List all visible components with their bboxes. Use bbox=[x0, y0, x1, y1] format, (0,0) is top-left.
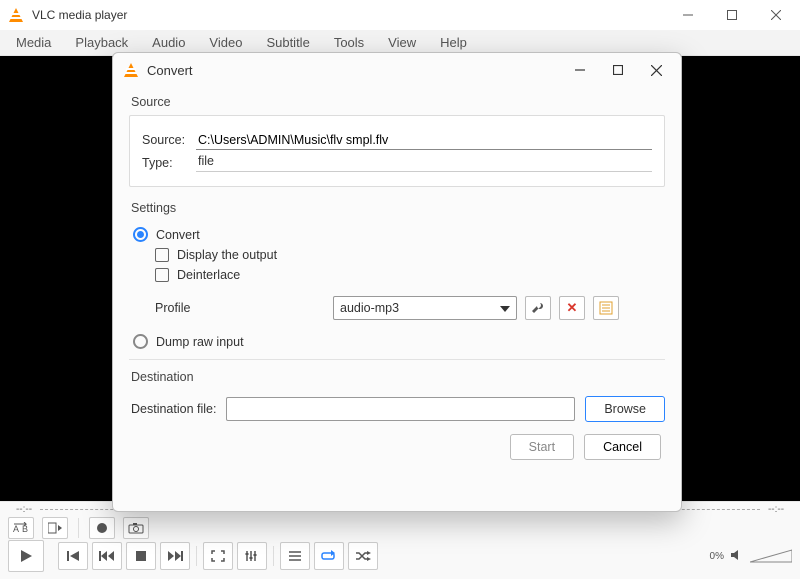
deinterlace-label: Deinterlace bbox=[177, 268, 240, 282]
frame-step-button[interactable] bbox=[42, 517, 68, 539]
app-title: VLC media player bbox=[32, 8, 127, 22]
shuffle-button[interactable] bbox=[348, 542, 378, 570]
convert-radio[interactable]: Convert bbox=[133, 227, 665, 242]
convert-radio-label: Convert bbox=[156, 228, 200, 242]
type-value: file bbox=[196, 154, 652, 172]
convert-dialog: Convert Source Source: Type: file Settin… bbox=[112, 52, 682, 512]
menu-playback[interactable]: Playback bbox=[63, 31, 140, 54]
dialog-minimize-button[interactable] bbox=[561, 56, 599, 84]
dialog-title: Convert bbox=[147, 63, 193, 78]
menu-audio[interactable]: Audio bbox=[140, 31, 197, 54]
browse-button[interactable]: Browse bbox=[585, 396, 665, 422]
ab-loop-button[interactable]: AB bbox=[8, 517, 34, 539]
type-label: Type: bbox=[142, 156, 196, 170]
source-section-label: Source bbox=[129, 87, 665, 115]
main-titlebar: VLC media player bbox=[0, 0, 800, 30]
menu-video[interactable]: Video bbox=[197, 31, 254, 54]
bottom-panel: --:-- --:-- AB 0% bbox=[0, 501, 800, 579]
menu-tools[interactable]: Tools bbox=[322, 31, 376, 54]
source-label: Source: bbox=[142, 133, 196, 147]
cancel-button[interactable]: Cancel bbox=[584, 434, 661, 460]
vlc-cone-icon bbox=[8, 7, 24, 23]
menu-subtitle[interactable]: Subtitle bbox=[254, 31, 321, 54]
destination-section-label: Destination bbox=[129, 362, 665, 390]
step-back-button[interactable] bbox=[58, 542, 88, 570]
mute-icon[interactable] bbox=[730, 548, 744, 565]
record-button[interactable] bbox=[89, 517, 115, 539]
main-minimize-button[interactable] bbox=[666, 0, 710, 30]
main-close-button[interactable] bbox=[754, 0, 798, 30]
profile-value: audio-mp3 bbox=[340, 301, 399, 315]
dump-radio[interactable]: Dump raw input bbox=[133, 334, 665, 349]
profile-label: Profile bbox=[155, 301, 325, 315]
stop-button[interactable] bbox=[126, 542, 156, 570]
profile-select[interactable]: audio-mp3 bbox=[333, 296, 517, 320]
new-profile-button[interactable] bbox=[593, 296, 619, 320]
dialog-titlebar: Convert bbox=[113, 53, 681, 87]
fullscreen-button[interactable] bbox=[203, 542, 233, 570]
prev-button[interactable] bbox=[92, 542, 122, 570]
time-elapsed: --:-- bbox=[8, 504, 40, 515]
display-output-label: Display the output bbox=[177, 248, 277, 262]
destination-input[interactable] bbox=[226, 397, 575, 421]
ext-settings-button[interactable] bbox=[237, 542, 267, 570]
menu-help[interactable]: Help bbox=[428, 31, 479, 54]
dialog-close-button[interactable] bbox=[637, 56, 675, 84]
source-input[interactable] bbox=[196, 130, 652, 150]
source-panel: Source: Type: file bbox=[129, 115, 665, 187]
destination-label: Destination file: bbox=[131, 402, 216, 416]
deinterlace-checkbox[interactable]: Deinterlace bbox=[155, 268, 665, 282]
settings-section-label: Settings bbox=[129, 193, 665, 221]
chevron-down-icon bbox=[500, 301, 510, 315]
menu-media[interactable]: Media bbox=[4, 31, 63, 54]
dump-radio-label: Dump raw input bbox=[156, 335, 244, 349]
volume-percent: 0% bbox=[710, 551, 724, 562]
next-button[interactable] bbox=[160, 542, 190, 570]
svg-text:A: A bbox=[13, 524, 19, 534]
loop-button[interactable] bbox=[314, 542, 344, 570]
start-button[interactable]: Start bbox=[510, 434, 574, 460]
edit-profile-button[interactable] bbox=[525, 296, 551, 320]
playlist-button[interactable] bbox=[280, 542, 310, 570]
snapshot-button[interactable] bbox=[123, 517, 149, 539]
time-total: --:-- bbox=[760, 504, 792, 515]
menu-view[interactable]: View bbox=[376, 31, 428, 54]
play-button[interactable] bbox=[8, 540, 44, 572]
volume-slider[interactable] bbox=[750, 548, 792, 564]
main-maximize-button[interactable] bbox=[710, 0, 754, 30]
dialog-maximize-button[interactable] bbox=[599, 56, 637, 84]
vlc-cone-icon bbox=[123, 62, 139, 78]
display-output-checkbox[interactable]: Display the output bbox=[155, 248, 665, 262]
delete-profile-button[interactable]: ✕ bbox=[559, 296, 585, 320]
